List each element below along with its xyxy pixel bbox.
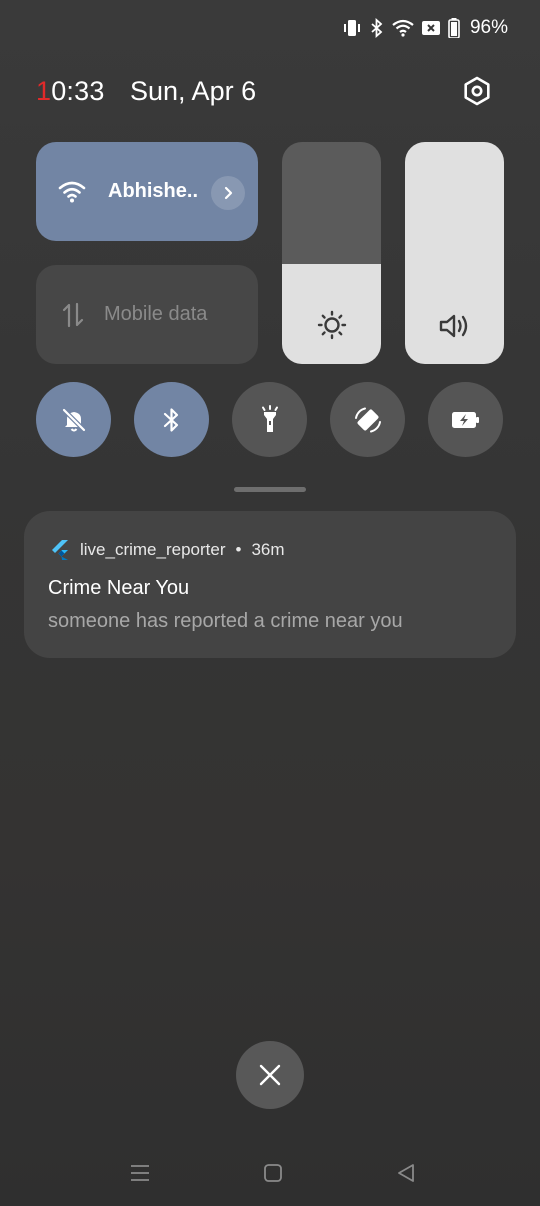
speaker-icon	[439, 314, 467, 338]
volume-slider[interactable]	[405, 142, 504, 364]
wifi-details-button[interactable]	[211, 176, 245, 210]
notification-title: Crime Near You	[48, 577, 190, 599]
notification-card[interactable]: live_crime_reporter • 36m Crime Near You…	[24, 511, 516, 658]
wifi-tile-label: Abhishe..	[108, 180, 199, 202]
rotate-icon	[354, 407, 381, 432]
flutter-logo-icon	[52, 540, 68, 560]
bluetooth-icon	[163, 407, 178, 432]
notification-separator: •	[235, 540, 242, 559]
settings-hexagon-icon	[464, 76, 490, 106]
flashlight-icon	[261, 404, 278, 432]
bell-off-icon	[61, 407, 86, 432]
mobile-data-label: Mobile data	[104, 303, 208, 325]
notification-time: 36m	[251, 540, 285, 559]
bluetooth-icon	[371, 18, 383, 38]
date[interactable]: Sun, Apr 6	[130, 76, 256, 107]
toggle-bluetooth[interactable]	[134, 382, 209, 457]
sun-icon	[317, 310, 346, 340]
sim-off-icon	[421, 21, 440, 35]
battery-charging-icon	[451, 411, 479, 428]
brightness-slider[interactable]	[282, 142, 381, 364]
square-home-icon	[264, 1164, 282, 1182]
status-bar: 96%	[342, 14, 508, 42]
notification-app-name: live_crime_reporter	[80, 540, 226, 559]
settings-button[interactable]	[460, 74, 494, 108]
toggle-silent[interactable]	[36, 382, 111, 457]
notification-body: someone has reported a crime near you	[48, 610, 403, 632]
clear-all-button[interactable]	[236, 1041, 304, 1109]
chevron-right-icon	[224, 186, 233, 200]
notification-header: live_crime_reporter • 36m	[50, 539, 285, 561]
mobile-data-arrows-icon	[62, 302, 84, 327]
wifi-icon	[58, 181, 86, 202]
vibrate-icon	[343, 20, 360, 36]
battery-percentage: 96%	[469, 17, 508, 38]
nav-back-button[interactable]	[391, 1158, 421, 1188]
close-icon	[259, 1064, 281, 1086]
menu-lines-icon	[131, 1165, 149, 1181]
panel-drag-handle[interactable]	[234, 487, 306, 492]
wifi-icon	[392, 19, 414, 37]
mobile-data-tile[interactable]: Mobile data	[36, 265, 258, 364]
triangle-back-icon	[398, 1164, 414, 1182]
toggle-flashlight[interactable]	[232, 382, 307, 457]
clock-rest: 0:33	[51, 76, 105, 106]
battery-icon	[448, 18, 460, 38]
clock[interactable]: 10:33	[36, 76, 105, 107]
toggle-battery-saver[interactable]	[428, 382, 503, 457]
wifi-tile[interactable]: Abhishe..	[36, 142, 258, 241]
toggle-auto-rotate[interactable]	[330, 382, 405, 457]
clock-first-digit: 1	[36, 76, 52, 106]
nav-recents-button[interactable]	[125, 1158, 155, 1188]
nav-home-button[interactable]	[258, 1158, 288, 1188]
